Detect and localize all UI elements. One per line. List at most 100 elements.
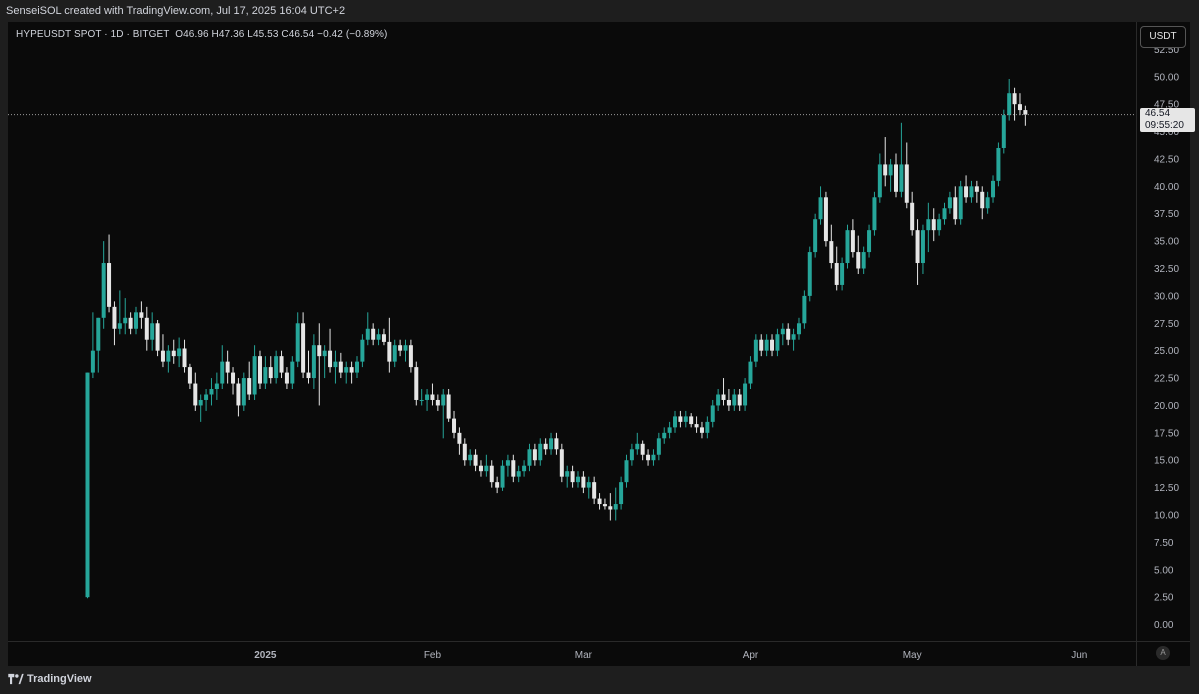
candle-body: [522, 465, 527, 472]
candle-body: [716, 394, 721, 406]
candle: [699, 421, 704, 439]
candle-body: [112, 306, 117, 329]
candle-body: [398, 345, 403, 351]
candle: [360, 334, 365, 368]
candle-body: [635, 443, 640, 450]
candle: [381, 328, 386, 346]
candle-body: [640, 443, 645, 455]
candle: [522, 460, 527, 477]
candle-body: [732, 394, 737, 406]
candle: [538, 438, 543, 466]
candle: [338, 352, 343, 379]
candle-body: [662, 432, 667, 439]
candle-body: [877, 164, 882, 198]
candle-body: [274, 356, 279, 379]
candle-body: [257, 356, 262, 384]
candle-body: [969, 186, 974, 198]
candle-body: [1017, 104, 1022, 111]
candle-body: [699, 427, 704, 433]
candle-body: [468, 454, 473, 461]
candle-body: [150, 323, 155, 340]
candle: [581, 471, 586, 494]
candle-body: [371, 328, 376, 340]
candle: [1023, 105, 1028, 126]
candle: [624, 454, 629, 488]
candle-body: [1001, 115, 1006, 148]
candle: [247, 361, 252, 400]
candle-body: [457, 432, 462, 444]
candle: [575, 471, 580, 488]
candle: [613, 487, 618, 521]
candle-body: [753, 339, 758, 362]
candle-body: [592, 482, 597, 499]
candle: [877, 153, 882, 203]
candle: [1017, 93, 1022, 116]
candle-body: [489, 465, 494, 483]
chart-area[interactable]: 0.00 2.50 5.00 7.50 10.00 12.50 15.00 17.50 20.0…: [8, 22, 1195, 666]
candle-body: [516, 471, 521, 477]
time-scale[interactable]: 2025FebMarAprMayJunJul: [254, 650, 1190, 661]
candle-body: [651, 454, 656, 461]
candle: [748, 356, 753, 390]
currency-button[interactable]: USDT: [1140, 26, 1186, 48]
candle: [910, 191, 915, 236]
candle-body: [613, 504, 618, 510]
candle-body: [656, 438, 661, 455]
candle-body: [231, 372, 236, 384]
candle: [268, 356, 273, 384]
y-tick-label: 35.00: [1154, 237, 1179, 248]
candle: [667, 421, 672, 439]
candle-body: [171, 350, 176, 357]
candle: [414, 361, 419, 406]
candle-body: [268, 367, 273, 379]
candle: [128, 312, 133, 335]
legend-change: −0.42 (−0.89%): [317, 29, 388, 40]
candle-body: [1023, 110, 1028, 115]
candle-body: [446, 394, 451, 419]
candle-body: [220, 361, 225, 384]
candle-body: [683, 416, 688, 422]
candle-body: [586, 482, 591, 488]
candle: [220, 345, 225, 390]
candle-body: [834, 263, 839, 285]
candle: [160, 334, 165, 368]
y-tick-label: 40.00: [1154, 182, 1179, 193]
candle: [241, 372, 246, 411]
x-tick-label: Feb: [424, 650, 442, 661]
candle: [371, 323, 376, 346]
candle-body: [204, 394, 209, 400]
candle: [430, 383, 435, 406]
candle-body: [694, 424, 699, 428]
candle: [559, 443, 564, 483]
candle: [662, 427, 667, 444]
candle-body: [845, 230, 850, 264]
candle: [786, 323, 791, 346]
candle: [743, 378, 748, 411]
candle: [425, 389, 430, 411]
candle: [759, 334, 764, 357]
candle: [694, 416, 699, 433]
price-chart[interactable]: 0.00 2.50 5.00 7.50 10.00 12.50 15.00 17.50 20.0…: [8, 22, 1190, 666]
candle: [214, 372, 219, 400]
candle: [236, 378, 241, 417]
candle: [112, 301, 117, 346]
candle: [823, 191, 828, 247]
auto-scale-button[interactable]: A: [1156, 646, 1170, 660]
candle-body: [532, 449, 537, 461]
candle: [813, 213, 818, 258]
candle-body: [403, 345, 408, 351]
candle-body: [818, 197, 823, 220]
price-scale[interactable]: 0.00 2.50 5.00 7.50 10.00 12.50 15.00 17.50 20.0…: [1154, 45, 1179, 631]
y-tick-label: 30.00: [1154, 291, 1179, 302]
candle-body: [344, 367, 349, 373]
y-tick-label: 20.00: [1154, 401, 1179, 412]
candle-body: [96, 317, 101, 351]
x-tick-label: Mar: [575, 650, 593, 661]
candle-body: [602, 504, 607, 507]
candle-body: [381, 334, 386, 342]
y-tick-label: 25.00: [1154, 346, 1179, 357]
candle-body: [198, 399, 203, 406]
candle: [640, 440, 645, 461]
candle: [867, 224, 872, 258]
candle-body: [581, 476, 586, 488]
